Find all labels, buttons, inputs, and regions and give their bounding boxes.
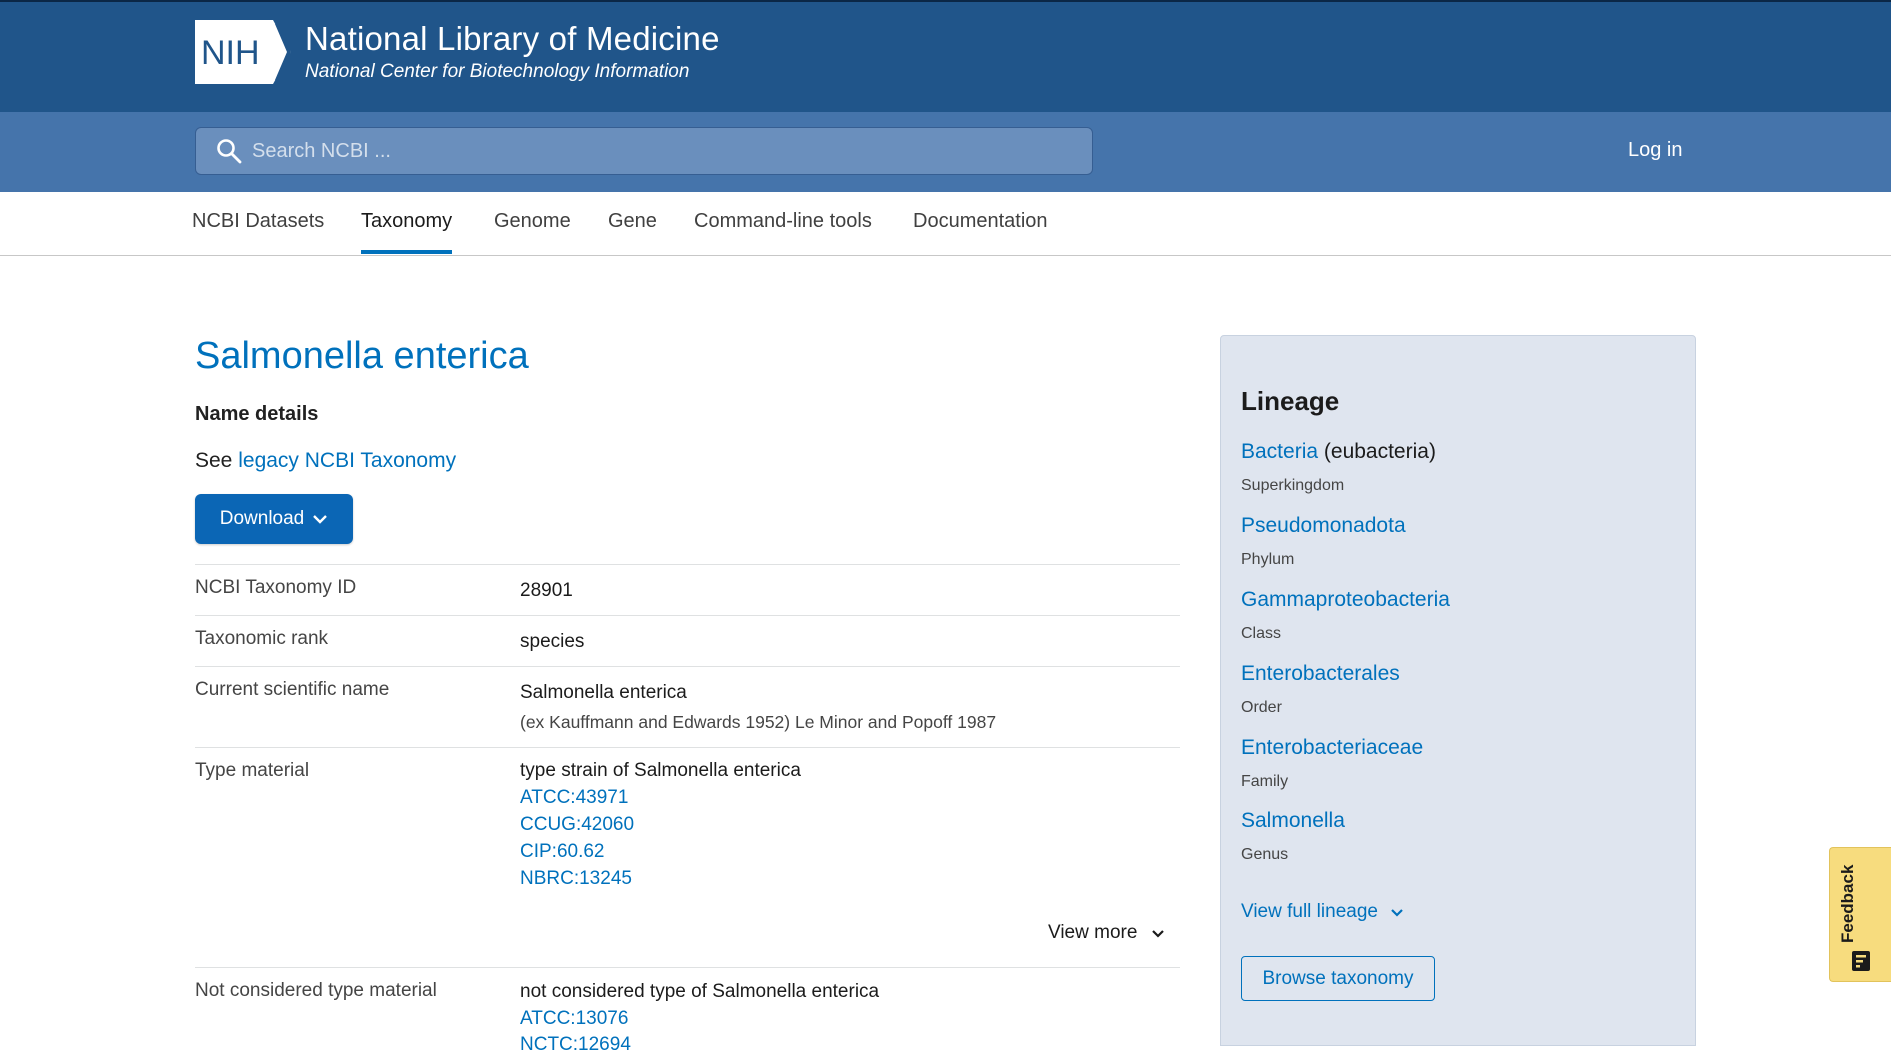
- search-bar: Log in: [0, 112, 1891, 192]
- lineage-rank: Class: [1241, 625, 1282, 642]
- type-material-link[interactable]: NBRC:13245: [520, 868, 632, 890]
- name-details-heading: Name details: [195, 403, 319, 425]
- view-full-lineage-label: View full lineage: [1241, 901, 1378, 922]
- tab-command-line-tools[interactable]: Command-line tools: [694, 210, 872, 251]
- chevron-down-icon: [1391, 908, 1403, 917]
- site-header: NIH National Library of Medicine Nationa…: [0, 0, 1891, 112]
- search-icon: [217, 139, 242, 164]
- taxonomy-id-row: NCBI Taxonomy ID 28901: [195, 564, 1180, 616]
- feedback-icon: [1852, 951, 1870, 971]
- login-link[interactable]: Log in: [1628, 139, 1683, 162]
- see-prefix: See: [195, 449, 233, 472]
- lineage-link-order[interactable]: Enterobacterales: [1241, 662, 1400, 686]
- scientific-name-authority: (ex Kauffmann and Edwards 1952) Le Minor…: [520, 712, 997, 732]
- nih-logo: NIH: [195, 20, 291, 84]
- tab-gene[interactable]: Gene: [608, 210, 657, 251]
- search-box[interactable]: [195, 127, 1093, 175]
- feedback-label: Feedback: [1838, 864, 1857, 943]
- nih-logo-text: NIH: [201, 34, 260, 72]
- search-input[interactable]: [250, 138, 1054, 164]
- not-type-material-value: not considered type of Salmonella enteri…: [520, 981, 880, 1002]
- type-material-row: Type material type strain of Salmonella …: [195, 747, 1180, 968]
- download-button[interactable]: Download: [195, 494, 353, 544]
- lineage-link-family[interactable]: Enterobacteriaceae: [1241, 736, 1423, 760]
- view-more-button[interactable]: View more: [1048, 922, 1165, 944]
- scientific-name-label: Current scientific name: [195, 679, 390, 700]
- view-more-label: View more: [1048, 922, 1138, 943]
- lineage-link-superkingdom[interactable]: Bacteria: [1241, 440, 1318, 463]
- chevron-down-icon: [1152, 929, 1165, 938]
- type-material-link[interactable]: CIP:60.62: [520, 841, 605, 863]
- lineage-rank: Family: [1241, 773, 1289, 790]
- not-type-material-row: Not considered type material not conside…: [195, 967, 1180, 1055]
- download-label: Download: [219, 508, 305, 529]
- lineage-panel: Lineage Bacteria (eubacteria) Superkingd…: [1220, 335, 1696, 1046]
- lineage-link-genus[interactable]: Salmonella: [1241, 809, 1345, 833]
- nav-tabs: NCBI Datasets Taxonomy Genome Gene Comma…: [0, 192, 1891, 256]
- lineage-heading: Lineage: [1241, 386, 1340, 416]
- site-title: National Library of Medicine: [305, 20, 720, 57]
- view-full-lineage-button[interactable]: View full lineage: [1241, 901, 1404, 923]
- type-material-value: type strain of Salmonella enterica: [520, 760, 801, 781]
- legacy-taxonomy-link[interactable]: legacy NCBI Taxonomy: [238, 449, 456, 472]
- lineage-link-class[interactable]: Gammaproteobacteria: [1241, 588, 1450, 612]
- taxonomy-id-value: 28901: [520, 580, 573, 601]
- tab-genome[interactable]: Genome: [494, 210, 571, 251]
- lineage-rank: Superkingdom: [1241, 477, 1345, 494]
- type-material-label: Type material: [195, 760, 310, 781]
- nlm-brand[interactable]: NIH National Library of Medicine Nationa…: [195, 20, 720, 84]
- tab-ncbi-datasets[interactable]: NCBI Datasets: [192, 210, 324, 251]
- browse-taxonomy-button[interactable]: Browse taxonomy: [1241, 956, 1435, 1001]
- not-type-material-label: Not considered type material: [195, 980, 437, 1001]
- lineage-rank: Phylum: [1241, 551, 1295, 568]
- rank-row: Taxonomic rank species: [195, 615, 1180, 667]
- rank-label: Taxonomic rank: [195, 628, 329, 649]
- not-type-material-link[interactable]: ATCC:13076: [520, 1008, 628, 1030]
- lineage-rank: Genus: [1241, 846, 1289, 863]
- type-material-link[interactable]: CCUG:42060: [520, 814, 634, 836]
- type-material-link[interactable]: ATCC:43971: [520, 787, 628, 809]
- lineage-rank: Order: [1241, 699, 1282, 716]
- rank-value: species: [520, 631, 585, 652]
- tab-taxonomy[interactable]: Taxonomy: [361, 210, 453, 254]
- not-type-material-link[interactable]: NCTC:12694: [520, 1034, 631, 1056]
- scientific-name-value: Salmonella enterica: [520, 682, 687, 703]
- lineage-link-phylum[interactable]: Pseudomonadota: [1241, 514, 1406, 538]
- legacy-link-line: See legacy NCBI Taxonomy: [195, 449, 456, 473]
- lineage-common-name: (eubacteria): [1323, 440, 1436, 463]
- taxonomy-id-label: NCBI Taxonomy ID: [195, 577, 357, 598]
- chevron-down-icon: [313, 515, 328, 524]
- page-title: Salmonella enterica: [195, 335, 529, 377]
- tab-documentation[interactable]: Documentation: [913, 210, 1048, 251]
- lineage-item: Bacteria (eubacteria): [1241, 440, 1436, 464]
- site-subtitle: National Center for Biotechnology Inform…: [305, 61, 690, 82]
- scientific-name-row: Current scientific name Salmonella enter…: [195, 666, 1180, 748]
- feedback-tab[interactable]: Feedback: [1829, 847, 1891, 982]
